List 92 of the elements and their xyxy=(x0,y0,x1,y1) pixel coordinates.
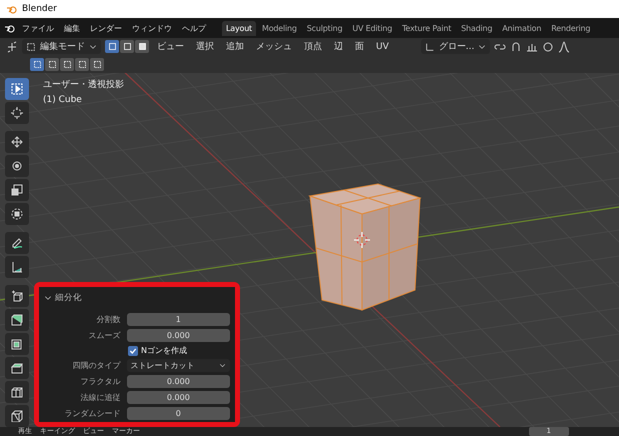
edge-select-button[interactable] xyxy=(120,40,134,53)
tool-button[interactable] xyxy=(5,179,29,201)
transform-pivot-icon xyxy=(6,40,18,52)
proportional-icon xyxy=(542,40,554,52)
add-cube-icon xyxy=(11,290,23,302)
chevron-down-icon xyxy=(219,362,226,369)
workspace-tab[interactable]: Texture Paint xyxy=(398,20,456,36)
object-name: (1) Cube xyxy=(43,95,83,105)
tool-button[interactable] xyxy=(5,381,29,403)
pencil-icon xyxy=(11,237,23,249)
edit-mode-icon xyxy=(26,42,36,52)
loop-cut-icon xyxy=(11,386,23,398)
field-label: ランダムシード xyxy=(64,408,121,419)
tool-button[interactable] xyxy=(5,203,29,225)
move-arrows-icon xyxy=(11,136,23,148)
header-menu[interactable]: 選択 xyxy=(192,40,218,53)
select-box-icon xyxy=(78,60,86,68)
chevron-down-icon xyxy=(478,42,486,50)
number-field[interactable]: 1 xyxy=(126,313,230,326)
tool-button[interactable] xyxy=(5,285,29,307)
dropdown-field[interactable]: ストレートカット xyxy=(126,359,230,372)
magnet-icon xyxy=(510,40,522,52)
bevel-icon xyxy=(11,362,23,374)
tool-button[interactable] xyxy=(5,405,29,427)
workspace-tab[interactable]: Layout xyxy=(222,20,256,36)
tool-button[interactable] xyxy=(5,357,29,379)
panel-header[interactable]: 細分化 xyxy=(44,292,230,304)
tool-button[interactable] xyxy=(5,78,29,100)
3d-cursor-icon xyxy=(354,232,370,248)
tool-button[interactable] xyxy=(5,333,29,355)
number-field[interactable]: 0.000 xyxy=(126,391,230,404)
rotate-icon xyxy=(11,160,23,172)
header-menu[interactable]: 追加 xyxy=(222,40,248,53)
field-label: 四隅のタイプ xyxy=(72,360,121,371)
tool-button[interactable] xyxy=(5,102,29,124)
selection-mode-button[interactable] xyxy=(60,58,74,70)
tool-button[interactable] xyxy=(5,232,29,254)
mode-dropdown[interactable]: 編集モード xyxy=(22,39,101,54)
header-menu[interactable]: ビュー xyxy=(153,40,188,53)
vertex-select-button[interactable] xyxy=(105,40,119,53)
field-label: 法線に追従 xyxy=(80,392,121,403)
field-label: スムーズ xyxy=(88,330,121,341)
checkbox[interactable]: Nゴンを作成 xyxy=(128,345,187,356)
header-menu[interactable]: 辺 xyxy=(330,40,347,53)
field-label: フラクタル xyxy=(80,376,121,387)
crosshair-icon xyxy=(11,107,23,119)
select-box-icon xyxy=(92,60,102,68)
inset-icon xyxy=(11,338,23,350)
header-menu[interactable]: 面 xyxy=(351,40,368,53)
select-box-icon xyxy=(62,60,72,68)
checkmark-icon xyxy=(129,346,137,354)
selection-mode-button[interactable] xyxy=(75,58,89,70)
workspace-tab[interactable]: Shading xyxy=(457,20,496,36)
face-select-button[interactable] xyxy=(135,40,149,53)
chevron-icon xyxy=(44,294,52,302)
header-menu[interactable]: UV xyxy=(372,42,393,52)
tool-button[interactable] xyxy=(5,256,29,278)
header-menu[interactable]: 頂点 xyxy=(300,40,326,53)
workspace-tab[interactable]: Rendering xyxy=(547,20,594,36)
axes-icon xyxy=(424,42,435,52)
workspace-tab[interactable]: Modeling xyxy=(258,20,301,36)
orientation-dropdown[interactable]: グロー... xyxy=(420,39,490,54)
select-box-icon xyxy=(48,60,56,68)
selection-mode-button[interactable] xyxy=(90,58,104,70)
workspace-tab[interactable]: Animation xyxy=(498,20,546,36)
menu-item[interactable]: ウィンドウ xyxy=(128,20,176,36)
view-name: ユーザー・透視投影 xyxy=(43,78,124,91)
window-title: Blender xyxy=(22,4,57,14)
ruler-icon xyxy=(11,261,23,273)
tool-button[interactable] xyxy=(5,309,29,331)
menu-item[interactable]: 編集 xyxy=(60,20,84,36)
knife-cube-icon xyxy=(11,410,23,422)
menu-item[interactable]: レンダー xyxy=(86,20,126,36)
falloff-curve-icon xyxy=(558,40,570,52)
menu-item[interactable]: ファイル xyxy=(18,20,58,36)
transform-icon xyxy=(11,208,23,220)
chevron-down-icon xyxy=(89,42,97,50)
select-box-icon xyxy=(32,60,42,68)
selection-mode-button[interactable] xyxy=(30,58,44,70)
tool-button[interactable] xyxy=(5,131,29,153)
workspace-tab[interactable]: UV Editing xyxy=(348,20,396,36)
tool-button[interactable] xyxy=(5,155,29,177)
workspace-tab[interactable]: Sculpting xyxy=(302,20,346,36)
menu-item[interactable]: ヘルプ xyxy=(178,20,210,36)
number-field[interactable]: 0 xyxy=(126,407,230,420)
header-menu[interactable]: メッシュ xyxy=(252,40,296,53)
extrude-icon xyxy=(11,314,23,326)
number-field[interactable]: 0.000 xyxy=(126,375,230,388)
scale-icon xyxy=(11,184,23,196)
number-field[interactable]: 0.000 xyxy=(126,329,230,342)
selection-mode-button[interactable] xyxy=(45,58,59,70)
field-label: 分割数 xyxy=(96,314,121,325)
